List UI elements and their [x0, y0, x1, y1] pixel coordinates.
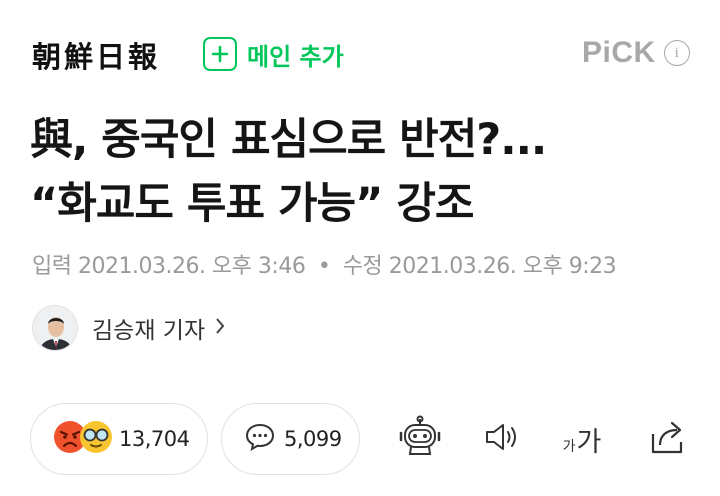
- share-button[interactable]: [644, 415, 692, 463]
- author-name: 김승재 기자: [92, 318, 206, 344]
- reaction-button[interactable]: 13,704: [30, 403, 208, 475]
- date-separator: •: [317, 254, 331, 279]
- info-icon[interactable]: i: [663, 40, 690, 66]
- plus-icon: [203, 37, 237, 71]
- published-label: 입력: [32, 254, 72, 279]
- article-header: 朝鮮日報 메인 추가 PiCK i: [0, 0, 720, 100]
- robot-summary-icon: [398, 415, 442, 463]
- modified-date: 2021.03.26. 오후 9:23: [388, 254, 617, 279]
- author-link[interactable]: 김승재 기자: [32, 305, 225, 351]
- headline-line-1: 與, 중국인 표심으로 반전?...: [30, 115, 547, 165]
- comment-icon: [244, 422, 276, 456]
- add-main-label: 메인 추가: [247, 42, 344, 71]
- add-main-button[interactable]: 메인 추가: [203, 36, 344, 72]
- font-size-small-label: 가: [562, 438, 576, 455]
- published-date: 2021.03.26. 오후 3:46: [77, 254, 306, 279]
- headline-line-2: “화교도 투표 가능” 강조: [30, 179, 474, 229]
- speaker-icon: [482, 419, 522, 459]
- action-bar: 13,704 5,099 가 가: [0, 403, 720, 475]
- chevron-right-icon: [215, 317, 225, 339]
- author-avatar: [32, 305, 78, 351]
- press-logo[interactable]: 朝鮮日報: [32, 34, 160, 76]
- modified-label: 수정: [342, 254, 383, 279]
- font-size-button[interactable]: 가 가: [558, 415, 606, 463]
- pick-label: PiCK: [582, 36, 656, 69]
- pick-badge[interactable]: PiCK i: [582, 36, 690, 70]
- share-icon: [648, 418, 688, 460]
- article-dates: 입력 2021.03.26. 오후 3:46 • 수정 2021.03.26. …: [32, 248, 617, 280]
- comment-count: 5,099: [284, 427, 342, 451]
- article-headline: 與, 중국인 표심으로 반전?... “화교도 투표 가능” 강조: [30, 108, 690, 236]
- font-size-icon: 가 가: [563, 420, 602, 459]
- reaction-count: 13,704: [119, 427, 190, 451]
- font-size-large-label: 가: [576, 426, 602, 458]
- read-aloud-button[interactable]: [478, 415, 526, 463]
- glasses-reaction-icon: [79, 420, 113, 458]
- summary-bot-button[interactable]: [396, 415, 444, 463]
- comment-button[interactable]: 5,099: [221, 403, 360, 475]
